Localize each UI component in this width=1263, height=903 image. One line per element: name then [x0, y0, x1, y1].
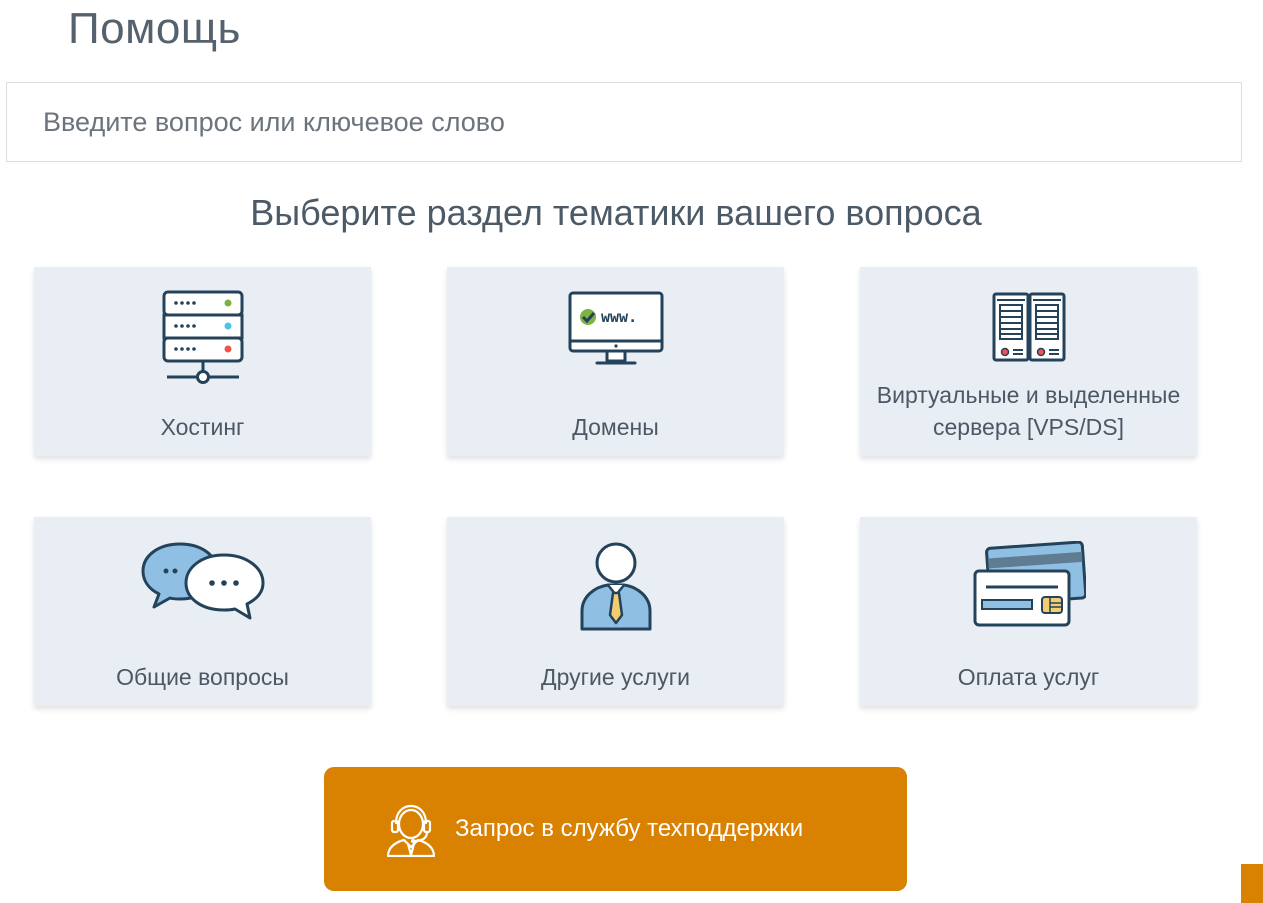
chat-bubbles-icon	[140, 541, 266, 626]
category-card-vps-ds[interactable]: Виртуальные и выделенные сервера [VPS/DS…	[860, 267, 1197, 456]
monitor-www-text: www.	[601, 308, 637, 326]
server-rack-icon	[161, 289, 245, 390]
support-request-label: Запрос в службу техподдержки	[455, 815, 804, 842]
category-label: Домены	[572, 414, 659, 440]
category-label-line: сервера [VPS/DS]	[933, 414, 1124, 440]
section-heading: Выберите раздел тематики вашего вопроса	[250, 192, 982, 233]
side-feedback-tab[interactable]	[1241, 864, 1263, 903]
server-towers-icon	[991, 291, 1067, 368]
category-label-line: Виртуальные и выделенные	[876, 382, 1181, 408]
category-card-payment[interactable]: Оплата услуг	[860, 517, 1197, 706]
category-card-other-services[interactable]: Другие услуги	[447, 517, 784, 706]
category-label: Общие вопросы	[116, 664, 289, 690]
www-monitor-icon: www.	[567, 289, 665, 376]
search-box[interactable]	[6, 82, 1242, 162]
credit-card-icon	[972, 540, 1087, 632]
support-request-button[interactable]: Запрос в службу техподдержки	[324, 767, 907, 891]
category-label: Хостинг	[160, 414, 245, 440]
page-title: Помощь	[68, 4, 241, 53]
category-label: Виртуальные и выделенные сервера [VPS/DS…	[860, 379, 1197, 443]
category-card-domains[interactable]: www. Домены	[447, 267, 784, 456]
category-label: Другие услуги	[541, 664, 690, 690]
headset-icon	[384, 803, 438, 862]
person-tie-icon	[578, 541, 654, 636]
category-label: Оплата услуг	[957, 664, 1100, 690]
search-input[interactable]	[7, 83, 1241, 161]
category-card-hosting[interactable]: Хостинг	[34, 267, 371, 456]
category-card-general[interactable]: Общие вопросы	[34, 517, 371, 706]
